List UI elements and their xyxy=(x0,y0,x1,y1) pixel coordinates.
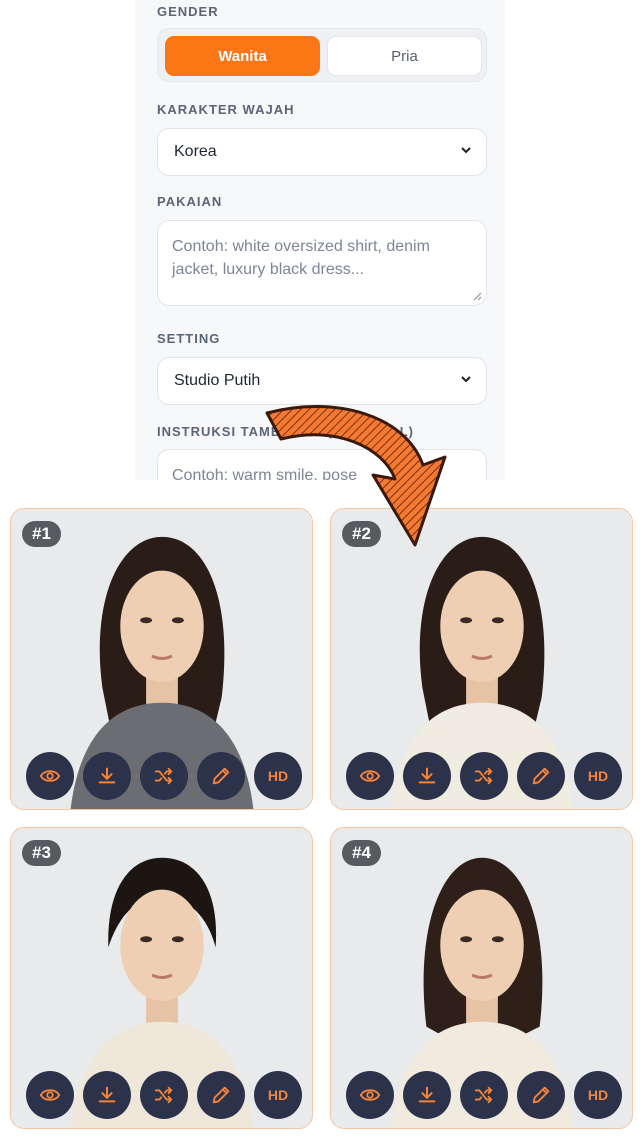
result-action-bar: HD xyxy=(26,1071,306,1119)
pakaian-placeholder-line1: Contoh: white oversized shirt, denim xyxy=(172,238,430,255)
result-number-badge: #4 xyxy=(342,840,381,866)
result-action-bar: HD xyxy=(346,1071,626,1119)
result-number-badge: #3 xyxy=(22,840,61,866)
eye-icon xyxy=(359,1089,381,1101)
gender-wanita-button[interactable]: Wanita xyxy=(165,36,320,76)
shuffle-button[interactable] xyxy=(140,752,188,800)
shuffle-icon xyxy=(474,1086,493,1104)
hd-button[interactable]: HD xyxy=(574,752,622,800)
gender-toggle: Wanita Pria xyxy=(157,28,487,82)
result-action-bar: HD xyxy=(26,752,306,800)
edit-button[interactable] xyxy=(517,1071,565,1119)
chevron-down-icon xyxy=(461,376,471,383)
hd-button[interactable]: HD xyxy=(574,1071,622,1119)
arrow-annotation xyxy=(265,405,447,547)
pencil-icon xyxy=(212,1086,230,1104)
pakaian-textarea[interactable]: Contoh: white oversized shirt, denim jac… xyxy=(157,220,487,306)
shuffle-button[interactable] xyxy=(460,752,508,800)
view-button[interactable] xyxy=(26,1071,74,1119)
edit-button[interactable] xyxy=(197,1071,245,1119)
shuffle-icon xyxy=(154,767,173,785)
download-icon xyxy=(418,767,436,784)
chevron-down-icon xyxy=(461,147,471,154)
hd-button[interactable]: HD xyxy=(254,1071,302,1119)
download-button[interactable] xyxy=(403,1071,451,1119)
edit-button[interactable] xyxy=(197,752,245,800)
resize-handle-icon[interactable] xyxy=(472,291,482,301)
result-number-badge: #1 xyxy=(22,521,61,547)
shuffle-icon xyxy=(154,1086,173,1104)
eye-icon xyxy=(359,770,381,782)
edit-button[interactable] xyxy=(517,752,565,800)
eye-icon xyxy=(39,770,61,782)
result-card[interactable]: #3 HD xyxy=(10,827,313,1129)
download-button[interactable] xyxy=(83,752,131,800)
view-button[interactable] xyxy=(26,752,74,800)
pencil-icon xyxy=(532,1086,550,1104)
setting-label: SETTING xyxy=(157,331,221,346)
hd-button[interactable]: HD xyxy=(254,752,302,800)
download-icon xyxy=(98,1086,116,1103)
gender-pria-button[interactable]: Pria xyxy=(327,36,482,76)
view-button[interactable] xyxy=(346,752,394,800)
pakaian-label: PAKAIAN xyxy=(157,194,223,209)
shuffle-button[interactable] xyxy=(460,1071,508,1119)
eye-icon xyxy=(39,1089,61,1101)
karakter-value: Korea xyxy=(174,143,217,160)
result-action-bar: HD xyxy=(346,752,626,800)
result-card[interactable]: #4 HD xyxy=(330,827,633,1129)
download-icon xyxy=(98,767,116,784)
shuffle-icon xyxy=(474,767,493,785)
view-button[interactable] xyxy=(346,1071,394,1119)
download-icon xyxy=(418,1086,436,1103)
setting-value: Studio Putih xyxy=(174,372,261,389)
pakaian-placeholder-line2: jacket, luxury black dress... xyxy=(172,261,365,278)
pencil-icon xyxy=(532,767,550,785)
shuffle-button[interactable] xyxy=(140,1071,188,1119)
download-button[interactable] xyxy=(83,1071,131,1119)
gender-label: GENDER xyxy=(157,4,219,19)
pencil-icon xyxy=(212,767,230,785)
karakter-select[interactable]: Korea xyxy=(157,128,487,176)
download-button[interactable] xyxy=(403,752,451,800)
karakter-label: KARAKTER WAJAH xyxy=(157,102,295,117)
